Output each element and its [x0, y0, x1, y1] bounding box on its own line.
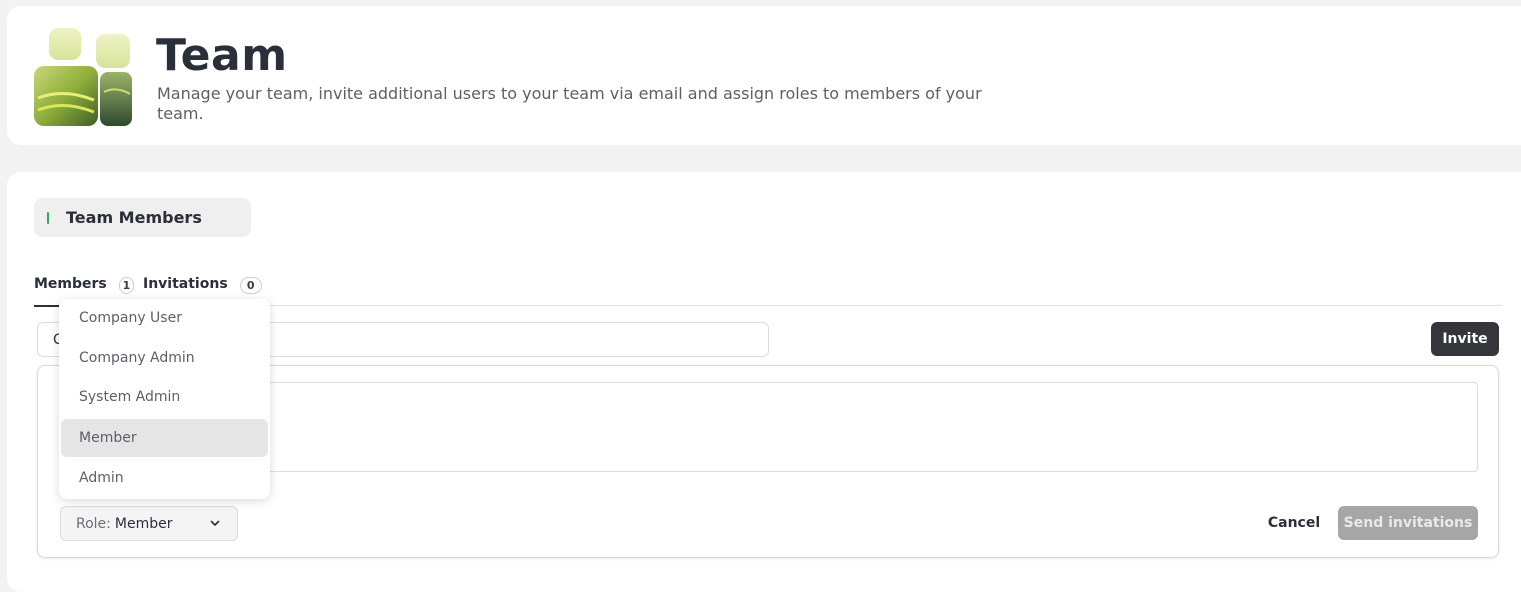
send-invitations-button[interactable]: Send invitations — [1338, 506, 1478, 540]
page-description: Manage your team, invite additional user… — [157, 84, 982, 123]
role-option-system-admin[interactable]: System Admin — [61, 378, 268, 416]
tab-members-label: Members — [34, 276, 107, 292]
role-select[interactable]: Role: Member — [60, 506, 238, 541]
role-option-admin[interactable]: Admin — [61, 459, 268, 497]
role-option-member[interactable]: Member — [61, 419, 268, 457]
page-title: Team — [156, 30, 288, 81]
role-select-value: Member — [114, 515, 173, 532]
tab-invitations-count: 0 — [239, 277, 262, 294]
cancel-button[interactable]: Cancel — [1258, 506, 1330, 540]
tab-members-count: 1 — [118, 277, 134, 294]
role-select-prefix: Role: — [76, 515, 111, 532]
invite-button[interactable]: Invite — [1431, 322, 1499, 356]
tab-invitations-label: Invitations — [143, 276, 228, 292]
section-header: Team Members — [34, 198, 251, 237]
role-dropdown-menu: Company User Company Admin System Admin … — [59, 299, 270, 499]
section-title: Team Members — [66, 208, 202, 227]
chevron-down-icon — [210, 520, 220, 526]
page-header: Team Manage your team, invite additional… — [7, 6, 1521, 145]
accent-bar — [47, 211, 49, 224]
team-logo-icon — [34, 28, 132, 126]
role-option-company-admin[interactable]: Company Admin — [61, 339, 268, 377]
role-option-company-user[interactable]: Company User — [61, 299, 268, 337]
emails-textarea[interactable]: 2@email.com — [60, 382, 1478, 472]
